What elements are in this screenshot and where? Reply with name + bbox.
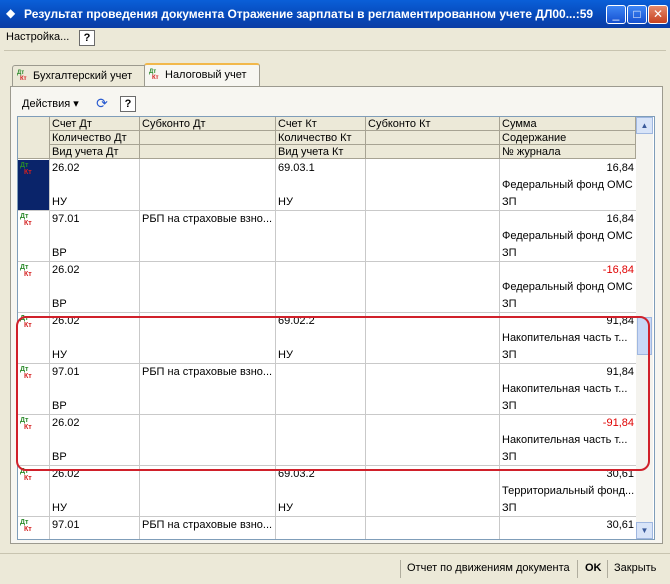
- refresh-icon[interactable]: ⟳: [94, 95, 110, 111]
- col-empty: [140, 145, 276, 159]
- divider: [400, 560, 401, 578]
- cell-vid-dt[interactable]: ВР: [50, 296, 140, 313]
- cell-subkonto-dt[interactable]: РБП на страховые взно...: [140, 517, 276, 534]
- grid-help-button[interactable]: ?: [120, 96, 136, 112]
- cell-schet-kt[interactable]: 69.03.1: [276, 160, 366, 177]
- divider: [4, 50, 666, 51]
- scroll-up-button[interactable]: ▲: [636, 117, 653, 134]
- dt-kt-icon: Дт Кт: [20, 162, 32, 176]
- cell-schet-dt[interactable]: 26.02: [50, 262, 140, 279]
- cell-vid-kt[interactable]: НУ: [276, 500, 366, 517]
- cell-schet-dt[interactable]: 97.01: [50, 517, 140, 534]
- col-kolichestvo-dt[interactable]: Количество Дт: [50, 131, 140, 145]
- cell-summa[interactable]: 16,84: [500, 160, 636, 177]
- cell-zhurnal[interactable]: ЗП: [500, 245, 636, 262]
- bottom-bar: Отчет по движениям документа OK Закрыть: [0, 553, 670, 584]
- dt-kt-icon: Дт Кт: [17, 70, 27, 82]
- dt-kt-icon: Дт Кт: [20, 213, 32, 227]
- tab-tax[interactable]: Дт Кт Налоговый учет: [144, 63, 260, 87]
- cell-subkonto-kt[interactable]: [366, 262, 500, 279]
- scroll-down-button[interactable]: ▼: [636, 522, 653, 539]
- cell-soderzhanie[interactable]: Федеральный фонд ОМС: [500, 279, 636, 296]
- col-vid-ucheta-kt[interactable]: Вид учета Кт: [276, 145, 366, 159]
- col-subkonto-dt[interactable]: Субконто Дт: [140, 117, 276, 131]
- cell-schet-dt[interactable]: 97.01: [50, 211, 140, 228]
- cell-schet-kt[interactable]: [276, 262, 366, 279]
- window-title-bar[interactable]: ◆ Результат проведения документа Отражен…: [0, 0, 670, 28]
- highlight-frame: [16, 316, 650, 471]
- col-empty: [366, 131, 500, 145]
- cell-summa[interactable]: 16,84: [500, 211, 636, 228]
- close-window-button[interactable]: ✕: [648, 5, 668, 24]
- cell-summa[interactable]: -16,84: [500, 262, 636, 279]
- divider: [577, 560, 578, 578]
- dt-kt-icon: Дт Кт: [20, 519, 32, 533]
- col-soderzhanie[interactable]: Содержание: [500, 131, 636, 145]
- close-button[interactable]: Закрыть: [614, 562, 656, 574]
- tab-accounting-label: Бухгалтерский учет: [33, 70, 133, 82]
- dt-kt-icon: Дт Кт: [149, 69, 159, 81]
- cell-vid-dt[interactable]: ВР: [50, 245, 140, 262]
- cell-schet-dt[interactable]: 26.02: [50, 160, 140, 177]
- col-schet-kt[interactable]: Счет Кт: [276, 117, 366, 131]
- cell-subkonto-kt[interactable]: [366, 160, 500, 177]
- cell-subkonto-dt[interactable]: [140, 160, 276, 177]
- cell-vid-dt[interactable]: НУ: [50, 194, 140, 211]
- cell-zhurnal[interactable]: ЗП: [500, 194, 636, 211]
- help-button[interactable]: ?: [79, 30, 95, 46]
- col-vid-ucheta-dt[interactable]: Вид учета Дт: [50, 145, 140, 159]
- col-kolichestvo-kt[interactable]: Количество Кт: [276, 131, 366, 145]
- row-marker-header: [18, 117, 50, 159]
- col-summa[interactable]: Сумма: [500, 117, 636, 131]
- cell-vid-dt[interactable]: НУ: [50, 500, 140, 517]
- maximize-button[interactable]: □: [627, 5, 647, 24]
- col-empty: [366, 145, 500, 159]
- window-title: Результат проведения документа Отражение…: [24, 7, 594, 21]
- col-schet-dt[interactable]: Счет Дт: [50, 117, 140, 131]
- tab-accounting[interactable]: Дт Кт Бухгалтерский учет: [12, 65, 152, 86]
- cell-zhurnal[interactable]: ЗП: [500, 500, 636, 517]
- cell-vid-kt[interactable]: [276, 245, 366, 262]
- ok-button[interactable]: OK: [585, 562, 602, 574]
- cell-soderzhanie[interactable]: Территориальный фонд...: [500, 483, 636, 500]
- cell-subkonto-dt[interactable]: РБП на страховые взно...: [140, 211, 276, 228]
- col-empty: [140, 131, 276, 145]
- report-button[interactable]: Отчет по движениям документа: [407, 562, 570, 574]
- cell-summa[interactable]: 30,61: [500, 517, 636, 534]
- col-subkonto-kt[interactable]: Субконто Кт: [366, 117, 500, 131]
- cell-vid-kt[interactable]: [276, 296, 366, 313]
- settings-menu[interactable]: Настройка...: [6, 31, 69, 43]
- cell-subkonto-kt[interactable]: [366, 517, 500, 534]
- cell-soderzhanie[interactable]: [500, 534, 636, 539]
- minimize-button[interactable]: _: [606, 5, 626, 24]
- app-icon: ◆: [6, 6, 16, 20]
- cell-soderzhanie[interactable]: Федеральный фонд ОМС: [500, 177, 636, 194]
- menu-bar: Настройка... ?: [0, 28, 670, 48]
- cell-zhurnal[interactable]: ЗП: [500, 296, 636, 313]
- cell-schet-kt[interactable]: [276, 211, 366, 228]
- col-nomer-zhurnala[interactable]: № журнала: [500, 145, 636, 159]
- cell-schet-kt[interactable]: [276, 517, 366, 534]
- cell-vid-kt[interactable]: НУ: [276, 194, 366, 211]
- cell-soderzhanie[interactable]: Федеральный фонд ОМС: [500, 228, 636, 245]
- dt-kt-icon: Дт Кт: [20, 264, 32, 278]
- divider: [607, 560, 608, 578]
- cell-subkonto-dt[interactable]: [140, 262, 276, 279]
- tab-tax-label: Налоговый учет: [165, 69, 247, 81]
- actions-menu[interactable]: Действия ▾: [22, 97, 79, 110]
- cell-subkonto-kt[interactable]: [366, 211, 500, 228]
